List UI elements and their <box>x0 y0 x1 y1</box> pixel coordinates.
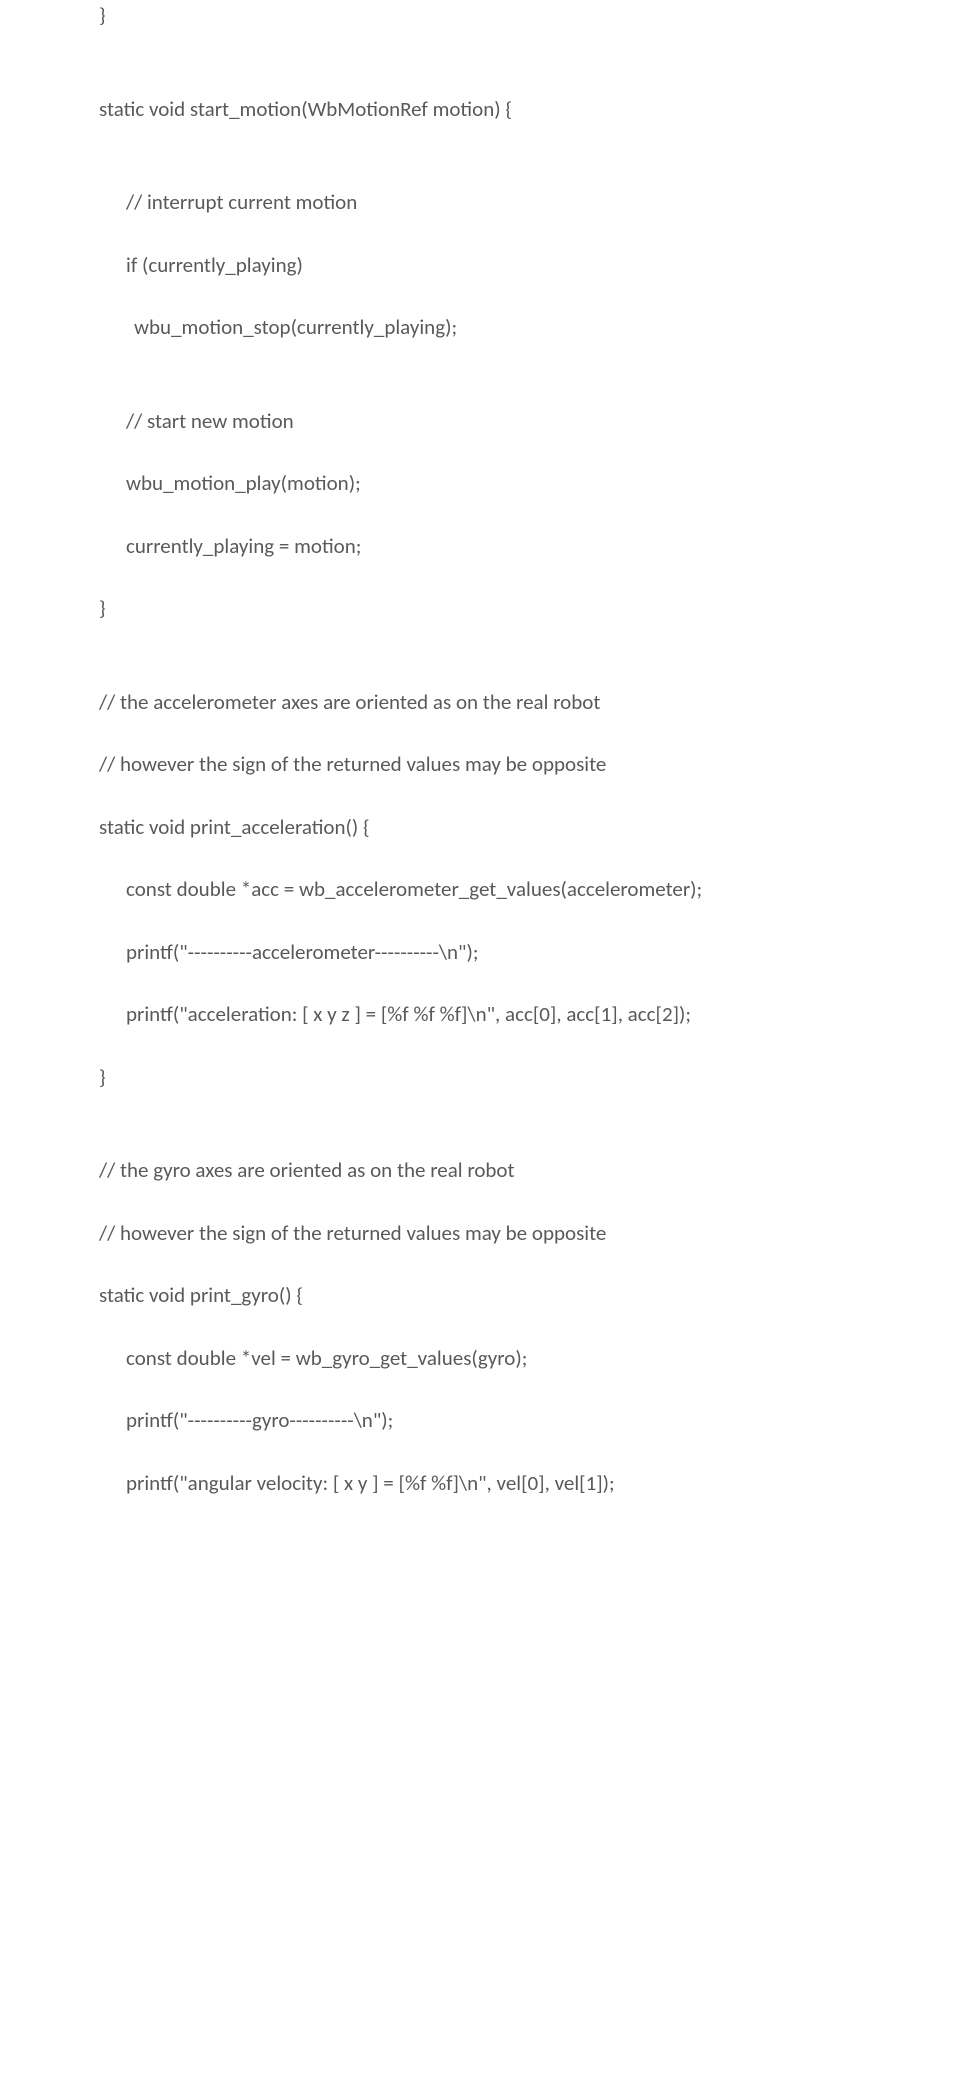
blank-line <box>99 562 861 593</box>
blank-line <box>99 625 861 656</box>
code-line: // however the sign of the returned valu… <box>99 1218 861 1250</box>
code-line: // interrupt current motion <box>99 187 861 219</box>
blank-line <box>99 281 861 312</box>
blank-line <box>99 1093 861 1124</box>
blank-line <box>99 781 861 812</box>
blank-line <box>99 63 861 94</box>
blank-line <box>99 1374 861 1405</box>
code-line: } <box>99 593 861 625</box>
code-line: static void print_acceleration() { <box>99 812 861 844</box>
blank-line <box>99 500 861 531</box>
blank-line <box>99 125 861 156</box>
blank-line <box>99 375 861 406</box>
code-line: } <box>99 0 861 32</box>
code-line: wbu_motion_stop(currently_playing); <box>99 312 861 344</box>
code-line: const double *vel = wb_gyro_get_values(g… <box>99 1343 861 1375</box>
blank-line <box>99 968 861 999</box>
code-line: printf("acceleration: [ x y z ] = [%f %f… <box>99 999 861 1031</box>
code-line: printf("----------gyro----------\n"); <box>99 1405 861 1437</box>
code-line: printf("----------accelerometer---------… <box>99 937 861 969</box>
blank-line <box>99 219 861 250</box>
code-line: // the accelerometer axes are oriented a… <box>99 687 861 719</box>
code-line: static void print_gyro() { <box>99 1280 861 1312</box>
code-line: wbu_motion_play(motion); <box>99 468 861 500</box>
blank-line <box>99 156 861 187</box>
blank-line <box>99 1312 861 1343</box>
blank-line <box>99 843 861 874</box>
code-line: // however the sign of the returned valu… <box>99 749 861 781</box>
code-line: printf("angular velocity: [ x y ] = [%f … <box>99 1468 861 1500</box>
code-line: } <box>99 1062 861 1094</box>
code-line: // the gyro axes are oriented as on the … <box>99 1155 861 1187</box>
blank-line <box>99 32 861 63</box>
code-line: if (currently_playing) <box>99 250 861 282</box>
blank-line <box>99 656 861 687</box>
code-page: } static void start_motion(WbMotionRef mo… <box>0 0 960 1579</box>
code-line: // start new motion <box>99 406 861 438</box>
blank-line <box>99 1187 861 1218</box>
blank-line <box>99 437 861 468</box>
blank-line <box>99 344 861 375</box>
blank-line <box>99 1249 861 1280</box>
code-line: static void start_motion(WbMotionRef mot… <box>99 94 861 126</box>
blank-line <box>99 1031 861 1062</box>
blank-line <box>99 718 861 749</box>
blank-line <box>99 1124 861 1155</box>
blank-line <box>99 906 861 937</box>
code-line: const double *acc = wb_accelerometer_get… <box>99 874 861 906</box>
blank-line <box>99 1437 861 1468</box>
code-line: currently_playing = motion; <box>99 531 861 563</box>
